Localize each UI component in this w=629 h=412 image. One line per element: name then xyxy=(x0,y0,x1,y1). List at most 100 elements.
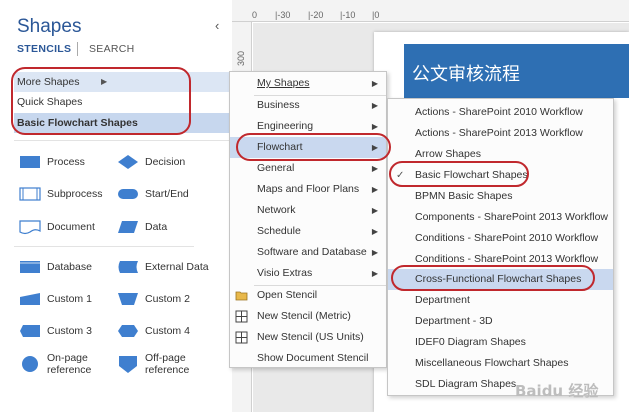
submenu-item-label: SDL Diagram Shapes xyxy=(415,378,517,390)
menu-item-engineering[interactable]: Engineering ▶ xyxy=(230,116,386,137)
shape-label: On-page reference xyxy=(47,352,92,376)
submenu-item[interactable]: IDEF0 Diagram Shapes xyxy=(388,332,613,353)
watermark-logo: Baidu 经验 xyxy=(515,382,599,400)
document-shape-icon xyxy=(19,220,41,235)
open-folder-icon xyxy=(235,291,248,301)
tab-stencils[interactable]: STENCILS xyxy=(17,43,71,55)
submenu-item[interactable]: Department - 3D xyxy=(388,311,613,332)
shape-custom-4[interactable]: Custom 4 xyxy=(117,318,190,344)
shape-subprocess[interactable]: Subprocess xyxy=(19,181,102,207)
menu-item-label: General xyxy=(257,162,295,174)
menu-item-label: Visio Extras xyxy=(257,267,313,279)
shape-label: Custom 2 xyxy=(145,293,190,305)
submenu-item[interactable]: BPMN Basic Shapes xyxy=(388,186,613,207)
custom-4-shape-icon xyxy=(118,325,138,337)
menu-item-new-stencil-metric[interactable]: New Stencil (Metric) xyxy=(230,306,386,327)
submenu-item[interactable]: Miscellaneous Flowchart Shapes xyxy=(388,353,613,374)
shape-label: Decision xyxy=(145,156,186,168)
subprocess-shape-icon xyxy=(19,187,41,201)
submenu-item[interactable]: Conditions - SharePoint 2013 Workflow xyxy=(388,249,613,270)
submenu-item[interactable]: Conditions - SharePoint 2010 Workflow xyxy=(388,228,613,249)
shape-custom-2[interactable]: Custom 2 xyxy=(117,286,190,312)
submenu-item-basic-flowchart[interactable]: ✓ Basic Flowchart Shapes xyxy=(388,165,613,186)
decision-shape-icon xyxy=(118,155,138,169)
menu-item-visio-extras[interactable]: Visio Extras ▶ xyxy=(230,263,386,284)
shape-start-end[interactable]: Start/End xyxy=(117,181,189,207)
menu-item-show-document-stencil[interactable]: Show Document Stencil xyxy=(230,348,386,369)
shape-custom-3[interactable]: Custom 3 xyxy=(19,318,92,344)
shape-external-data[interactable]: External Data xyxy=(117,254,209,280)
start-end-shape-icon xyxy=(118,189,138,199)
submenu-arrow-icon: ▶ xyxy=(371,79,378,88)
database-shape-icon xyxy=(20,261,40,273)
menu-item-label: Show Document Stencil xyxy=(257,352,369,364)
shape-document[interactable]: Document xyxy=(19,214,95,240)
menu-item-open-stencil[interactable]: Open Stencil xyxy=(230,285,386,306)
submenu-item[interactable]: Actions - SharePoint 2010 Workflow xyxy=(388,102,613,123)
submenu-item[interactable]: Department xyxy=(388,290,613,311)
menu-item-label: Engineering xyxy=(257,120,314,132)
shape-database[interactable]: Database xyxy=(19,254,92,280)
ruler-tick: |-20 xyxy=(308,10,324,20)
submenu-item-label: Actions - SharePoint 2013 Workflow xyxy=(415,127,583,139)
divider xyxy=(14,140,232,141)
submenu-item-label: Conditions - SharePoint 2010 Workflow xyxy=(415,232,599,244)
menu-item-label: My Shapes xyxy=(257,77,310,89)
shape-off-page-reference[interactable]: Off-page reference xyxy=(117,351,193,377)
quick-shapes-item[interactable]: Quick Shapes xyxy=(14,92,232,112)
checkmark-icon: ✓ xyxy=(396,170,405,181)
shape-process[interactable]: Process xyxy=(19,149,85,175)
custom-2-shape-icon xyxy=(118,293,138,305)
submenu-item-label: Cross-Functional Flowchart Shapes xyxy=(415,273,582,285)
horizontal-ruler: 0 |-30 |-20 |-10 |0 xyxy=(232,0,629,22)
submenu-item-cross-functional[interactable]: Cross-Functional Flowchart Shapes xyxy=(388,269,613,290)
shape-decision[interactable]: Decision xyxy=(117,149,185,175)
submenu-arrow-icon: ▶ xyxy=(371,143,378,152)
menu-item-label: Software and Database xyxy=(257,246,367,258)
more-shapes-label: More Shapes xyxy=(17,76,80,88)
submenu-item[interactable]: Actions - SharePoint 2013 Workflow xyxy=(388,123,613,144)
shape-label: Process xyxy=(47,156,85,168)
tab-search[interactable]: SEARCH xyxy=(89,43,135,55)
menu-item-label: Flowchart xyxy=(257,141,303,153)
menu-item-label: New Stencil (Metric) xyxy=(257,310,351,322)
menu-item-label: New Stencil (US Units) xyxy=(257,331,364,343)
shape-label: Document xyxy=(47,221,95,233)
menu-item-maps-floor-plans[interactable]: Maps and Floor Plans ▶ xyxy=(230,179,386,200)
shapes-pane: Shapes ‹ STENCILS SEARCH More Shapes ▶ Q… xyxy=(0,0,232,412)
ruler-tick: |0 xyxy=(372,10,380,20)
submenu-arrow-icon: ▶ xyxy=(371,227,378,236)
submenu-item-label: BPMN Basic Shapes xyxy=(415,190,513,202)
menu-item-software-database[interactable]: Software and Database ▶ xyxy=(230,242,386,263)
shape-custom-1[interactable]: Custom 1 xyxy=(19,286,92,312)
shape-label: Data xyxy=(145,221,168,233)
menu-item-general[interactable]: General ▶ xyxy=(230,158,386,179)
menu-item-my-shapes[interactable]: My Shapes ▶ xyxy=(230,73,386,94)
collapse-pane-icon[interactable]: ‹ xyxy=(215,18,219,33)
menu-item-business[interactable]: Business ▶ xyxy=(230,95,386,116)
submenu-item-label: IDEF0 Diagram Shapes xyxy=(415,336,526,348)
external-data-shape-icon xyxy=(118,261,138,273)
shape-data[interactable]: Data xyxy=(117,214,167,240)
shape-label: Database xyxy=(47,261,92,273)
menu-item-schedule[interactable]: Schedule ▶ xyxy=(230,221,386,242)
submenu-item[interactable]: Components - SharePoint 2013 Workflow xyxy=(388,207,613,228)
menu-item-label: Network xyxy=(257,204,296,216)
shape-label: Custom 1 xyxy=(47,293,92,305)
menu-item-flowchart[interactable]: Flowchart ▶ xyxy=(230,137,386,158)
submenu-item[interactable]: Arrow Shapes xyxy=(388,144,613,165)
menu-item-network[interactable]: Network ▶ xyxy=(230,200,386,221)
menu-item-label: Business xyxy=(257,99,300,111)
menu-item-label: Maps and Floor Plans xyxy=(257,183,360,195)
submenu-arrow-icon: ▶ xyxy=(371,206,378,215)
submenu-arrow-icon: ▶ xyxy=(371,248,378,257)
more-shapes-item[interactable]: More Shapes ▶ xyxy=(14,72,232,92)
off-page-reference-shape-icon xyxy=(119,356,137,373)
basic-flowchart-stencil-item[interactable]: Basic Flowchart Shapes xyxy=(14,113,232,133)
submenu-item-label: Components - SharePoint 2013 Workflow xyxy=(415,211,608,223)
submenu-arrow-icon: ▶ xyxy=(371,185,378,194)
submenu-item-label: Department xyxy=(415,294,470,306)
shape-on-page-reference[interactable]: On-page reference xyxy=(19,351,95,377)
submenu-item-label: Actions - SharePoint 2010 Workflow xyxy=(415,106,583,118)
menu-item-new-stencil-us[interactable]: New Stencil (US Units) xyxy=(230,327,386,348)
